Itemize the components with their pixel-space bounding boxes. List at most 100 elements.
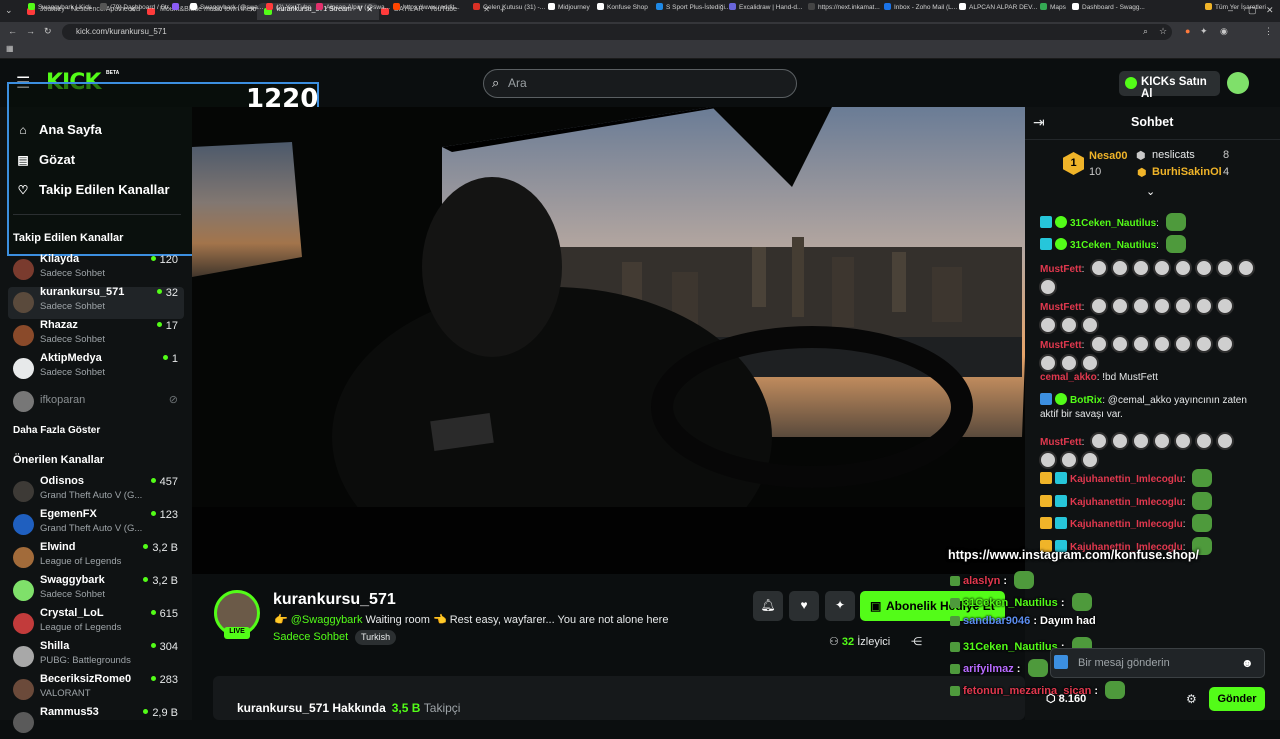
forward-icon[interactable]: → xyxy=(26,26,35,36)
expand-leaderboard-icon[interactable]: ⌄ xyxy=(1146,185,1155,198)
bookmark-item[interactable] xyxy=(172,3,182,11)
channel-name: Kilayda xyxy=(40,253,80,265)
zoom-icon[interactable]: ⌕ xyxy=(1143,26,1148,37)
address-bar[interactable]: kick.com/kurankursu_571 xyxy=(62,24,1172,40)
stream-category[interactable]: Sadece Sohbet xyxy=(273,631,348,643)
face-emote-icon xyxy=(1195,297,1214,315)
face-emote-icon xyxy=(1174,335,1193,353)
chat-username[interactable]: Kajuhanettin_Imlecoglu xyxy=(1070,497,1183,508)
face-emote-icon xyxy=(1039,278,1057,296)
channel-item[interactable]: kurankursu_571 Sadece Sohbet 32 xyxy=(8,286,184,319)
collapse-chat-icon[interactable]: ⇥ xyxy=(1033,114,1045,131)
bookmark-item[interactable]: Excalidraw | Hand-d... xyxy=(729,3,802,11)
back-icon[interactable]: ← xyxy=(8,26,17,36)
tab-search-icon[interactable]: ⌄ xyxy=(5,5,13,16)
overlay-colon: : xyxy=(1013,663,1024,675)
channel-item[interactable]: Rhazaz Sadece Sohbet 17 xyxy=(8,319,184,352)
leaderboard-name-1[interactable]: Nesa00 xyxy=(1089,150,1128,162)
extensions-puzzle-icon[interactable]: ✦ xyxy=(1200,26,1208,37)
chat-username[interactable]: BotRix xyxy=(1070,395,1102,406)
channel-name: Crystal_LoL xyxy=(40,607,104,619)
nav-home[interactable]: ⌂ Ana Sayfa xyxy=(14,122,102,137)
bookmark-item[interactable]: Midjourney xyxy=(548,3,590,11)
heart-icon: ♥ xyxy=(800,598,808,612)
live-dot-icon xyxy=(150,511,156,516)
bookmark-item[interactable]: Gelen Kutusu (31) -... xyxy=(473,3,545,11)
bookmark-item[interactable]: Konfuse Shop xyxy=(597,3,648,11)
channel-item[interactable]: EgemenFX Grand Theft Auto V (G... 123 xyxy=(8,508,184,541)
send-button[interactable]: Gönder xyxy=(1209,687,1265,711)
notification-bell-button[interactable]: 🔔︎ xyxy=(753,591,783,621)
nav-following-label: Takip Edilen Kanallar xyxy=(39,182,170,197)
bookmark-item[interactable]: https://next.inkamat... xyxy=(808,3,880,11)
chat-username[interactable]: MustFett xyxy=(1040,437,1082,448)
bookmark-item[interactable]: S Sport Plus-İstediği... xyxy=(656,3,730,11)
chat-username[interactable]: Kajuhanettin_Imlecoglu xyxy=(1070,519,1183,530)
chat-username[interactable]: MustFett xyxy=(1040,340,1082,351)
reload-icon[interactable]: ↻ xyxy=(44,26,52,37)
heart-icon: ♡ xyxy=(17,183,29,197)
follow-button[interactable]: ♥ xyxy=(789,591,819,621)
apps-grid-icon[interactable]: ▦ xyxy=(6,44,14,53)
followed-heading: Takip Edilen Kanallar xyxy=(13,232,124,244)
channel-item[interactable]: Kilayda Sadece Sohbet 120 xyxy=(8,253,184,286)
channel-avatar xyxy=(13,580,34,601)
emoji-picker-icon[interactable]: ☻ xyxy=(1241,656,1254,670)
nav-following[interactable]: ♡ Takip Edilen Kanallar xyxy=(14,182,170,197)
streamer-name[interactable]: kurankursu_571 xyxy=(273,591,396,609)
channel-avatar xyxy=(13,514,34,535)
leaderboard-name-2[interactable]: neslicats xyxy=(1152,149,1195,161)
bookmark-star-icon[interactable]: ☆ xyxy=(1159,26,1167,37)
user-avatar[interactable] xyxy=(1227,72,1249,94)
language-tag[interactable]: Turkish xyxy=(355,630,397,645)
channel-item[interactable]: Swaggybark Sadece Sohbet 3,2 B xyxy=(8,574,184,607)
chat-username[interactable]: 31Ceken_Nautilus xyxy=(1070,240,1156,251)
bookmark-item[interactable]: (79) Dashboard / Str... xyxy=(100,3,174,11)
live-dot-icon xyxy=(150,676,156,681)
bookmark-item[interactable]: Swaggybark | Kick xyxy=(28,3,91,11)
divider xyxy=(13,214,181,215)
chat-username[interactable]: MustFett xyxy=(1040,264,1082,275)
bookmark-item[interactable]: (2) YouTube xyxy=(266,3,311,11)
chat-username[interactable]: Kajuhanettin_Imlecoglu xyxy=(1070,474,1183,485)
channel-item[interactable]: AktipMedya Sadece Sohbet 1 xyxy=(8,352,184,385)
channel-points[interactable]: ⬡ 8.160 xyxy=(1046,692,1086,705)
profile-icon[interactable]: ◉ xyxy=(1220,26,1228,37)
bookmark-favicon-icon xyxy=(729,3,736,10)
channel-item[interactable]: BeceriksizRome0 VALORANT 283 xyxy=(8,673,184,706)
extension-icon[interactable]: ● xyxy=(1185,26,1190,36)
bookmark-item[interactable]: Tüm Yer İşaretleri xyxy=(1205,3,1266,11)
search-input[interactable] xyxy=(483,69,797,98)
bookmark-item[interactable]: Alpcan Alpar (@swa... xyxy=(316,3,390,11)
chat-username[interactable]: MustFett xyxy=(1040,302,1082,313)
viewer-count-value: 283 xyxy=(159,674,178,686)
share-icon[interactable]: ⋲ xyxy=(911,635,922,648)
browser-menu-icon[interactable]: ⋮ xyxy=(1264,26,1273,37)
kicks-buy-button[interactable]: KICKs Satın Al xyxy=(1119,71,1220,100)
leaderboard-name-3[interactable]: BurhiSakinOl xyxy=(1152,166,1222,178)
highlight-button[interactable]: ✦ xyxy=(825,591,855,621)
bookmark-item[interactable]: Maps xyxy=(1040,3,1066,11)
channel-item[interactable]: Crystal_LoL League of Legends 615 xyxy=(8,607,184,640)
bookmark-item[interactable]: ALPCAN ALPAR DEV... xyxy=(959,3,1037,11)
bookmark-item[interactable]: Swaggybark (@swa... xyxy=(190,3,263,11)
channel-item[interactable]: Odisnos Grand Theft Auto V (G... 457 xyxy=(8,475,184,508)
bookmark-item[interactable]: https://www.reddit... xyxy=(393,3,460,11)
title-mention[interactable]: @Swaggybark xyxy=(291,614,363,626)
face-emote-icon xyxy=(1039,316,1057,334)
channel-item[interactable]: ifkoparan ⊘ xyxy=(8,386,184,418)
close-window-icon[interactable]: ✕ xyxy=(1266,5,1274,16)
bookmark-favicon-icon xyxy=(1072,3,1079,10)
overlay-chat-line: alaslyn : xyxy=(950,571,1035,589)
show-more-link[interactable]: Daha Fazla Göster xyxy=(13,425,100,436)
chat-username[interactable]: cemal_akko xyxy=(1040,372,1097,383)
video-player[interactable] xyxy=(192,107,1025,574)
channel-item[interactable]: Rammus53 2,9 B xyxy=(8,706,184,739)
bookmark-item[interactable]: Inbox - Zoho Mail (L... xyxy=(884,3,957,11)
settings-gear-icon[interactable]: ⚙ xyxy=(1186,692,1197,706)
channel-item[interactable]: Shilla PUBG: Battlegrounds 304 xyxy=(8,640,184,673)
bookmark-item[interactable]: Dashboard - Swagg... xyxy=(1072,3,1145,11)
nav-browse[interactable]: ▤ Gözat xyxy=(14,152,75,167)
chat-username[interactable]: 31Ceken_Nautilus xyxy=(1070,218,1156,229)
channel-item[interactable]: Elwind League of Legends 3,2 B xyxy=(8,541,184,574)
